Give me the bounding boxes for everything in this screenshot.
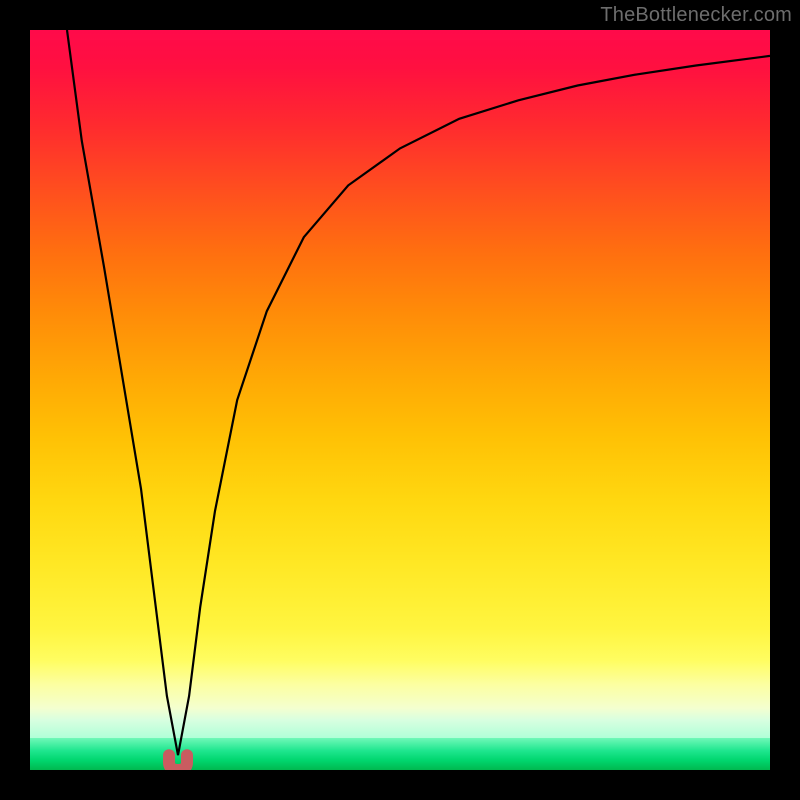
bottleneck-curve — [30, 30, 770, 770]
min-marker — [169, 755, 187, 770]
plot-area — [30, 30, 770, 770]
chart-frame: TheBottlenecker.com — [0, 0, 800, 800]
watermark-credit: TheBottlenecker.com — [600, 4, 792, 27]
curve-path — [67, 30, 770, 755]
